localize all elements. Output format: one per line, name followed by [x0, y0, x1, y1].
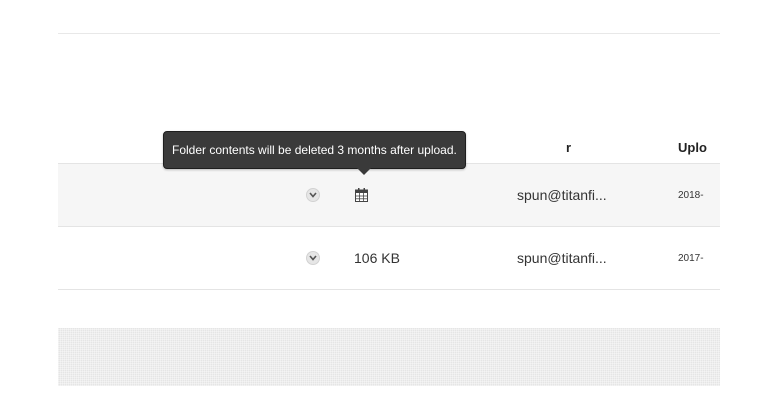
expand-row-button[interactable] — [306, 251, 320, 265]
table-footer-bar — [58, 328, 720, 386]
calendar-icon[interactable] — [355, 188, 368, 202]
column-header-owner[interactable]: r — [566, 140, 571, 155]
column-header-uploaded[interactable]: Uplo — [678, 140, 707, 155]
uploaded-cell: 2017- — [678, 253, 704, 264]
owner-cell: spun@titanfi... — [517, 250, 607, 266]
top-divider — [58, 33, 720, 34]
owner-cell: spun@titanfi... — [517, 187, 607, 203]
expand-row-button[interactable] — [306, 188, 320, 202]
chevron-down-icon — [309, 192, 317, 198]
tooltip-text: Folder contents will be deleted 3 months… — [172, 143, 457, 157]
tooltip: Folder contents will be deleted 3 months… — [163, 131, 466, 175]
chevron-down-icon — [309, 255, 317, 261]
table-row[interactable]: spun@titanfi... 2018- — [58, 164, 720, 227]
size-cell: 106 KB — [354, 250, 400, 266]
uploaded-cell: 2018- — [678, 190, 704, 201]
tooltip-arrow — [357, 168, 371, 175]
file-list-view: r Uplo spun@titanfi... 2018- 106 KB spun… — [0, 0, 784, 418]
table-row[interactable]: 106 KB spun@titanfi... 2017- — [58, 227, 720, 290]
